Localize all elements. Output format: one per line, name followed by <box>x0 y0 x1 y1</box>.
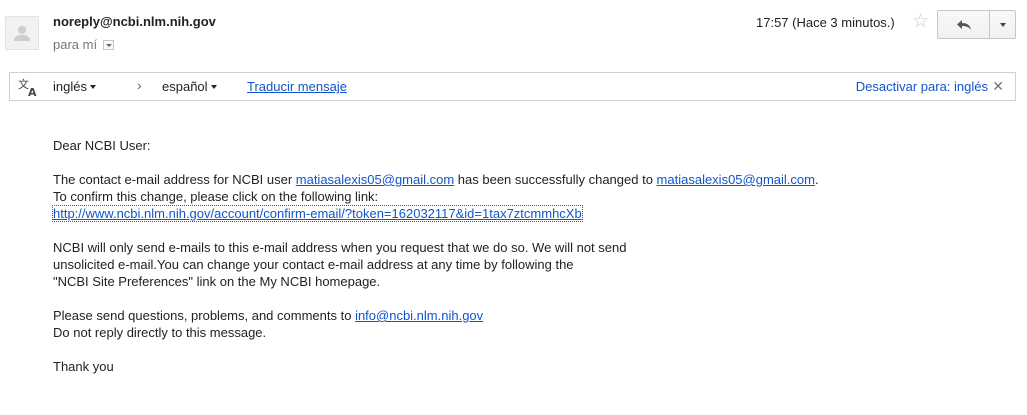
paragraph-email-change: The contact e-mail address for NCBI user… <box>52 171 953 222</box>
translate-message-link[interactable]: Traducir mensaje <box>247 79 347 94</box>
text: Do not reply directly to this message. <box>53 325 267 340</box>
text: "NCBI Site Preferences" link on the My N… <box>53 274 381 289</box>
text: has been successfully changed to <box>454 172 657 187</box>
text: Please send questions, problems, and com… <box>53 308 356 323</box>
chevron-down-icon <box>210 84 217 89</box>
star-outline-icon[interactable]: ☆ <box>912 12 929 32</box>
text: To confirm this change, please click on … <box>53 189 379 204</box>
translate-icon: 文 A <box>18 77 40 100</box>
translate-bar: 文 A inglés › español Traducir mensaje De… <box>9 72 1016 101</box>
recipient-label: para mí <box>53 37 98 52</box>
person-silhouette-icon <box>14 26 30 41</box>
more-actions-button[interactable] <box>990 11 1015 38</box>
reply-arrow-icon <box>956 19 971 30</box>
target-language-label: español <box>162 79 208 94</box>
recipient-details-dropdown[interactable] <box>103 39 115 50</box>
sender-address: noreply@ncbi.nlm.nih.gov <box>53 14 216 29</box>
old-email-link[interactable]: matiasalexis05@gmail.com <box>296 172 454 187</box>
new-email-link[interactable]: matiasalexis05@gmail.com <box>657 172 815 187</box>
chevron-down-icon <box>89 84 96 89</box>
reply-button[interactable] <box>938 11 990 38</box>
message-body: Dear NCBI User: The contact e-mail addre… <box>52 137 953 392</box>
text: NCBI will only send e-mails to this e-ma… <box>53 240 627 255</box>
closing: Thank you <box>53 359 114 374</box>
message-date: 17:57 (Hace 3 minutos.) <box>756 15 895 30</box>
dropdown-caret-icon <box>999 22 1006 27</box>
text: unsolicited e-mail.You can change your c… <box>53 257 574 272</box>
chevron-right-icon: › <box>137 77 142 93</box>
source-language-select[interactable]: inglés <box>53 79 96 94</box>
recipient-line: para mí <box>53 37 115 52</box>
text: . <box>814 172 819 187</box>
sender-avatar <box>5 16 39 50</box>
info-email-link[interactable]: info@ncbi.nlm.nih.gov <box>355 308 483 323</box>
text: The contact e-mail address for NCBI user <box>53 172 296 187</box>
target-language-select[interactable]: español <box>162 79 217 94</box>
reply-button-group <box>937 10 1016 39</box>
greeting: Dear NCBI User: <box>53 138 151 153</box>
deactivate-translation-link[interactable]: Desactivar para: inglés <box>856 79 988 94</box>
paragraph-policy: NCBI will only send e-mails to this e-ma… <box>53 239 953 290</box>
confirm-email-link[interactable]: http://www.ncbi.nlm.nih.gov/account/conf… <box>52 205 583 222</box>
paragraph-contact: Please send questions, problems, and com… <box>53 307 953 341</box>
close-icon[interactable]: ✕ <box>992 78 1004 94</box>
svg-text:A: A <box>28 86 37 97</box>
source-language-label: inglés <box>53 79 87 94</box>
